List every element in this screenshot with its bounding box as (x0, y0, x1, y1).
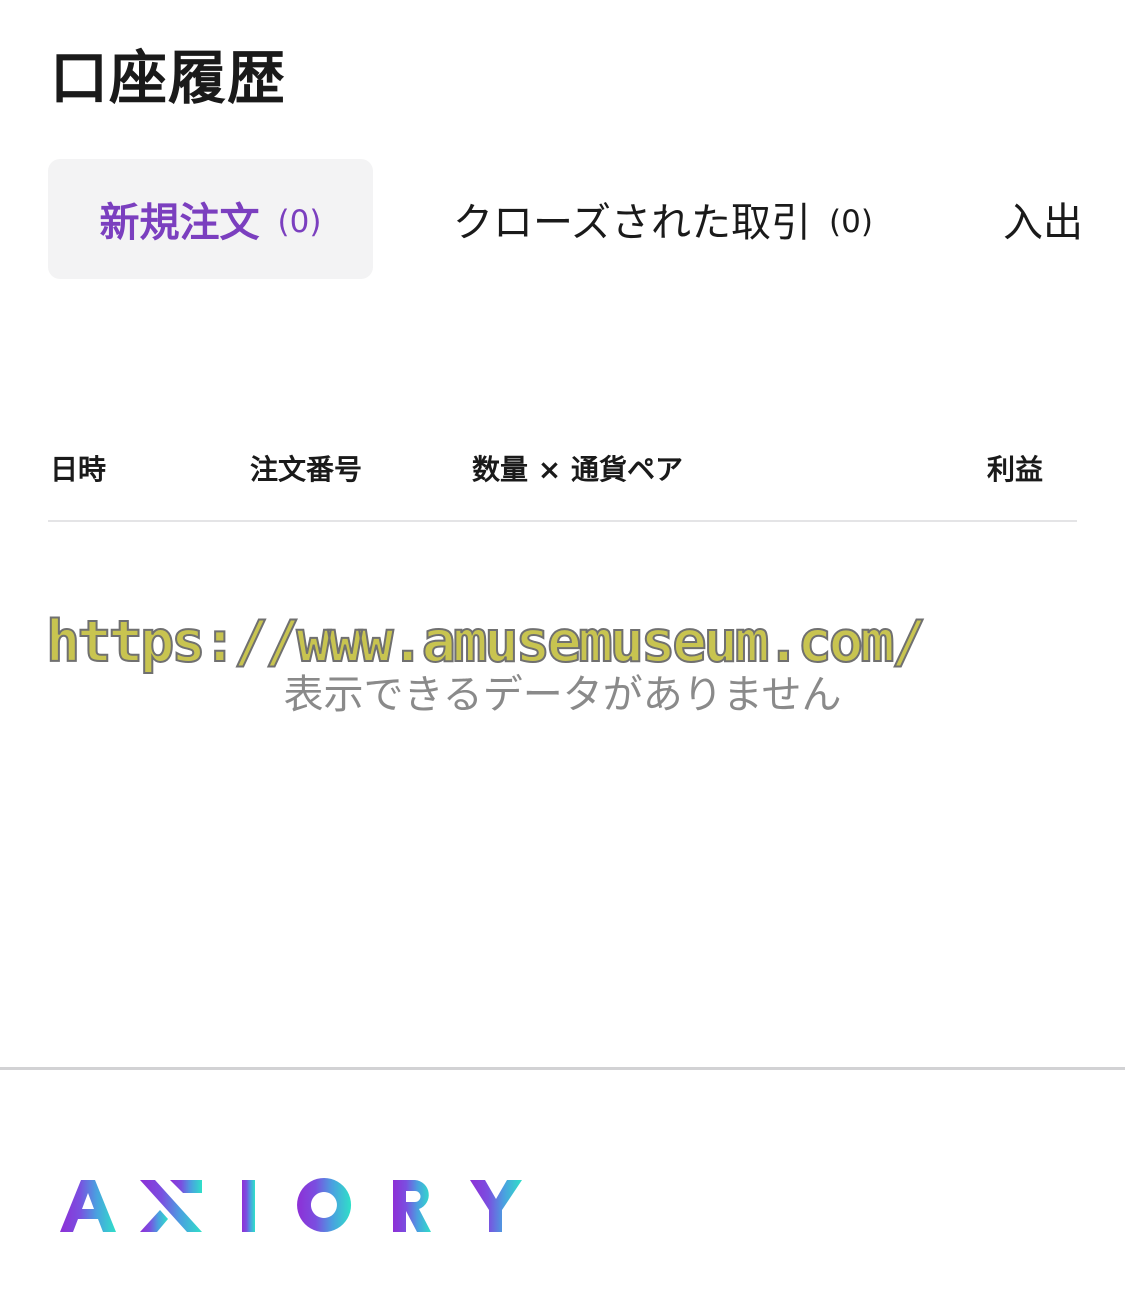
axiory-logo (60, 1172, 530, 1242)
empty-state-text: 表示できるデータがありません (283, 672, 842, 718)
tab-new-orders-label: 新規注文 (99, 200, 260, 246)
footer-divider (0, 1067, 1125, 1070)
tab-closed-trades[interactable]: クローズされた取引 (0) (446, 159, 880, 279)
column-header-profit: 利益 (987, 453, 1044, 486)
tab-new-orders[interactable]: 新規注文 (0) (48, 159, 373, 279)
column-header-order-number: 注文番号 (250, 453, 363, 486)
page-title: 口座履歴 (50, 44, 287, 112)
tab-deposits-withdrawals-label: 入出 (1003, 200, 1083, 246)
tab-closed-trades-label: クローズされた取引 (453, 200, 812, 246)
history-tabs: 新規注文 (0) クローズされた取引 (0) 入出 (48, 159, 1125, 279)
tab-closed-trades-count: (0) (829, 204, 873, 240)
column-header-date: 日時 (50, 453, 107, 486)
table-header: 日時 注文番号 数量 × 通貨ペア 利益 (48, 430, 1077, 522)
tab-deposits-withdrawals[interactable]: 入出 (1003, 159, 1125, 279)
tab-new-orders-count: (0) (277, 204, 322, 240)
watermark-url: https://www.amusemuseum.com/ (45, 608, 927, 676)
column-header-quantity-pair: 数量 × 通貨ペア (472, 453, 683, 486)
axiory-logo-graphic (60, 1178, 522, 1232)
